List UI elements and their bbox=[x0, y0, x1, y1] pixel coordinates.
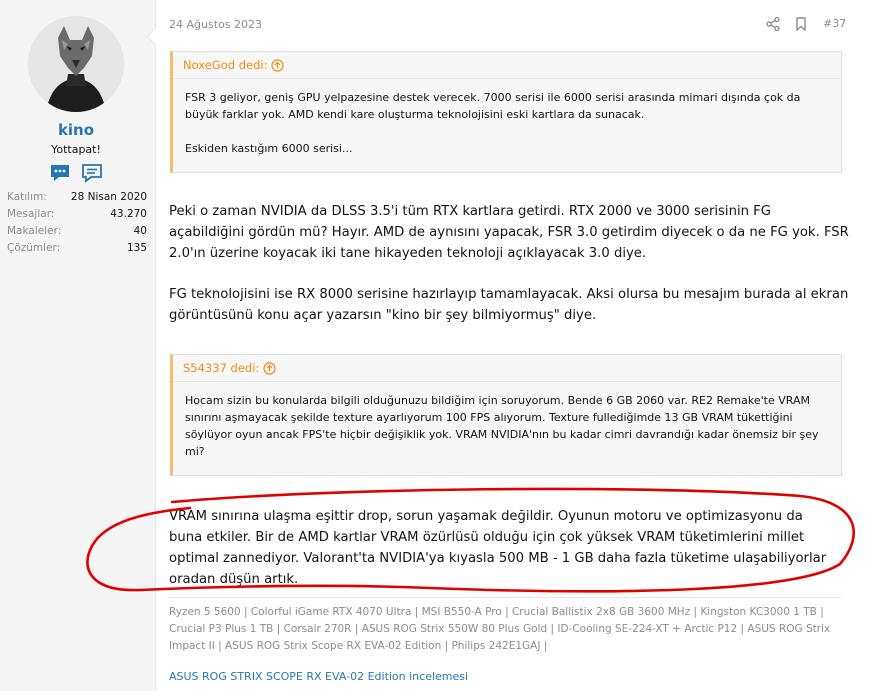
stat-solutions: Çözümler: 135 bbox=[7, 242, 147, 254]
arrow-circle-up-icon[interactable] bbox=[271, 58, 285, 72]
quote-text: Eskiden kastığım 6000 serisi... bbox=[185, 142, 353, 155]
share-icon[interactable] bbox=[766, 16, 780, 35]
quote-content: Hocam sizin bu konularda bilgili olduğun… bbox=[173, 382, 841, 470]
profile-icon[interactable] bbox=[81, 163, 103, 183]
message-paragraph: Peki o zaman NVIDIA da DLSS 3.5'i tüm RT… bbox=[169, 204, 849, 261]
quote-author[interactable]: NoxeGod dedi: bbox=[183, 58, 267, 72]
quote-text: Hocam sizin bu konularda bilgili olduğun… bbox=[185, 394, 819, 458]
message-date[interactable]: 24 Ağustos 2023 bbox=[169, 18, 262, 31]
quote-content: FSR 3 geliyor, geniş GPU yelpazesine des… bbox=[173, 79, 841, 167]
stat-messages: Mesajlar: 43.270 bbox=[7, 208, 147, 220]
avatar-image bbox=[28, 16, 124, 112]
signature: Ryzen 5 5600 | Colorful iGame RTX 4070 U… bbox=[169, 597, 841, 655]
message-number[interactable]: #37 bbox=[823, 17, 846, 30]
quote-header[interactable]: NoxeGod dedi: bbox=[173, 52, 841, 79]
bookmark-icon[interactable] bbox=[795, 16, 807, 35]
avatar[interactable] bbox=[28, 16, 124, 112]
signature-link[interactable]: ASUS ROG STRIX SCOPE RX EVA-02 Edition i… bbox=[169, 670, 468, 683]
message-paragraph: FG teknolojisini ise RX 8000 serisine ha… bbox=[169, 287, 849, 323]
stat-joined: Katılım: 28 Nisan 2020 bbox=[7, 191, 147, 203]
quote-author[interactable]: S54337 dedi: bbox=[183, 361, 259, 375]
quote-text: FSR 3 geliyor, geniş GPU yelpazesine des… bbox=[185, 91, 801, 121]
conversation-icon[interactable] bbox=[49, 163, 71, 183]
username[interactable]: kino bbox=[0, 121, 152, 139]
quote-header[interactable]: S54337 dedi: bbox=[173, 355, 841, 382]
quote-block: NoxeGod dedi: FSR 3 geliyor, geniş GPU y… bbox=[170, 51, 842, 173]
user-title: Yottapat! bbox=[51, 143, 101, 156]
annotation-circle bbox=[86, 487, 855, 593]
arrow-circle-up-icon[interactable] bbox=[263, 361, 276, 375]
quote-block: S54337 dedi: Hocam sizin bu konularda bi… bbox=[170, 354, 842, 476]
stat-articles: Makaleler: 40 bbox=[7, 225, 147, 237]
